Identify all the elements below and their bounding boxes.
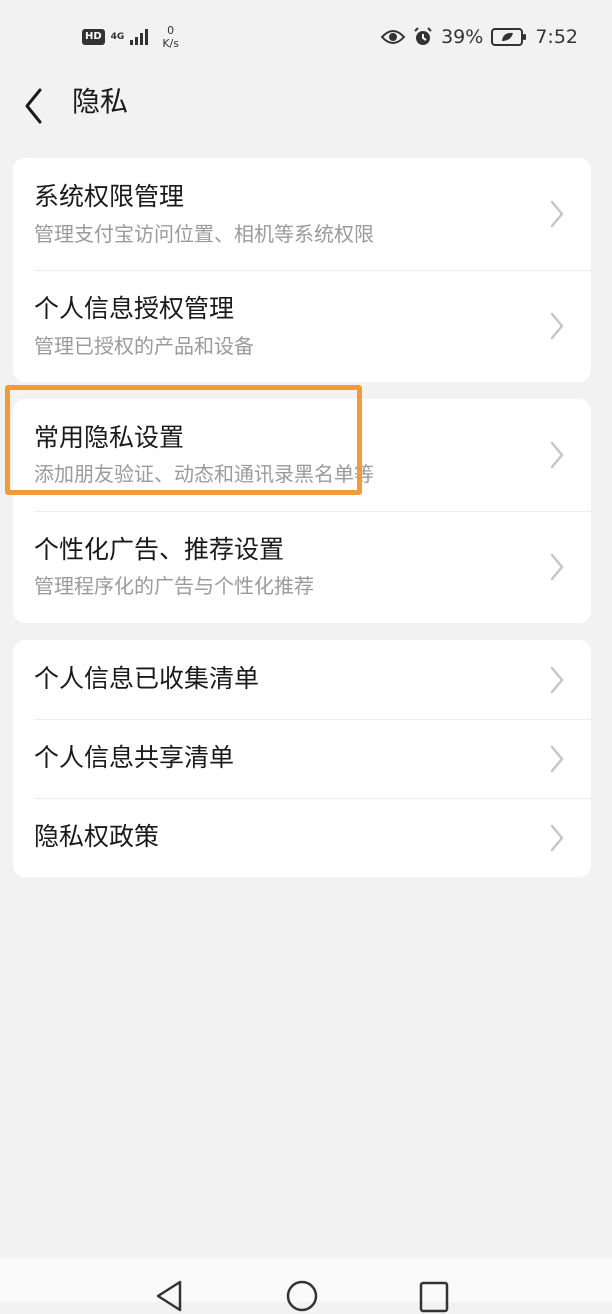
row-title: 个人信息已收集清单 (34, 664, 260, 693)
row-title: 系统权限管理 (34, 182, 185, 211)
row-subtitle: 管理程序化的广告与个性化推荐 (34, 574, 314, 598)
square-recent-icon[interactable] (414, 1274, 454, 1314)
settings-group-3: 个人信息已收集清单 个人信息共享清单 隐私权政策 (13, 640, 591, 877)
battery-percent: 39% (441, 26, 484, 48)
network-indicator: 4G (110, 31, 125, 42)
chevron-left-icon (25, 88, 42, 124)
clock-time: 7:52 (535, 26, 578, 48)
row-subtitle: 管理支付宝访问位置、相机等系统权限 (34, 222, 374, 246)
row-title: 个人信息共享清单 (34, 743, 235, 772)
chevron-right-icon (550, 553, 564, 581)
settings-group-2: 常用隐私设置 添加朋友验证、动态和通讯录黑名单等 个性化广告、推荐设置 管理程序… (13, 399, 591, 623)
chevron-right-icon (550, 666, 564, 694)
status-left: HD 4G 0 K/s (82, 22, 179, 52)
system-nav-bar (0, 1258, 612, 1313)
hd-badge: HD (82, 29, 105, 45)
row-title: 个性化广告、推荐设置 (34, 535, 285, 564)
speed-unit: K/s (162, 37, 179, 50)
row-title: 个人信息授权管理 (34, 294, 235, 323)
list-item-personalized-ads[interactable]: 个性化广告、推荐设置 管理程序化的广告与个性化推荐 (13, 511, 591, 623)
chevron-right-icon (550, 200, 564, 228)
chevron-right-icon (550, 824, 564, 852)
page-header: 隐私 (0, 72, 612, 132)
signal-icon (130, 29, 149, 45)
network-speed: 0 K/s (162, 24, 179, 50)
page-title: 隐私 (72, 85, 129, 118)
back-button[interactable] (14, 78, 56, 126)
row-title: 常用隐私设置 (34, 423, 185, 452)
list-item-system-permissions[interactable]: 系统权限管理 管理支付宝访问位置、相机等系统权限 (13, 158, 591, 270)
speed-value: 0 (167, 24, 175, 37)
row-subtitle: 添加朋友验证、动态和通讯录黑名单等 (34, 462, 374, 486)
chevron-right-icon (550, 441, 564, 469)
list-item-shared-info[interactable]: 个人信息共享清单 (13, 719, 591, 798)
row-title: 隐私权政策 (34, 822, 160, 851)
eye-icon (381, 30, 406, 44)
chevron-right-icon (550, 745, 564, 773)
row-subtitle: 管理已授权的产品和设备 (34, 334, 254, 358)
alarm-icon (414, 27, 432, 45)
list-item-collected-info[interactable]: 个人信息已收集清单 (13, 640, 591, 719)
settings-group-1: 系统权限管理 管理支付宝访问位置、相机等系统权限 个人信息授权管理 管理已授权的… (13, 158, 591, 382)
status-right: 39% 7:52 (381, 22, 578, 52)
triangle-back-icon[interactable] (150, 1274, 190, 1314)
network-type: 4G (110, 31, 125, 42)
status-bar: HD 4G 0 K/s 39% 7:52 (0, 0, 612, 72)
list-item-common-privacy[interactable]: 常用隐私设置 添加朋友验证、动态和通讯录黑名单等 (13, 399, 591, 511)
list-item-personal-info-auth[interactable]: 个人信息授权管理 管理已授权的产品和设备 (13, 270, 591, 382)
battery-icon (491, 28, 527, 46)
circle-home-icon[interactable] (282, 1274, 322, 1314)
list-item-privacy-policy[interactable]: 隐私权政策 (13, 798, 591, 877)
chevron-right-icon (550, 312, 564, 340)
